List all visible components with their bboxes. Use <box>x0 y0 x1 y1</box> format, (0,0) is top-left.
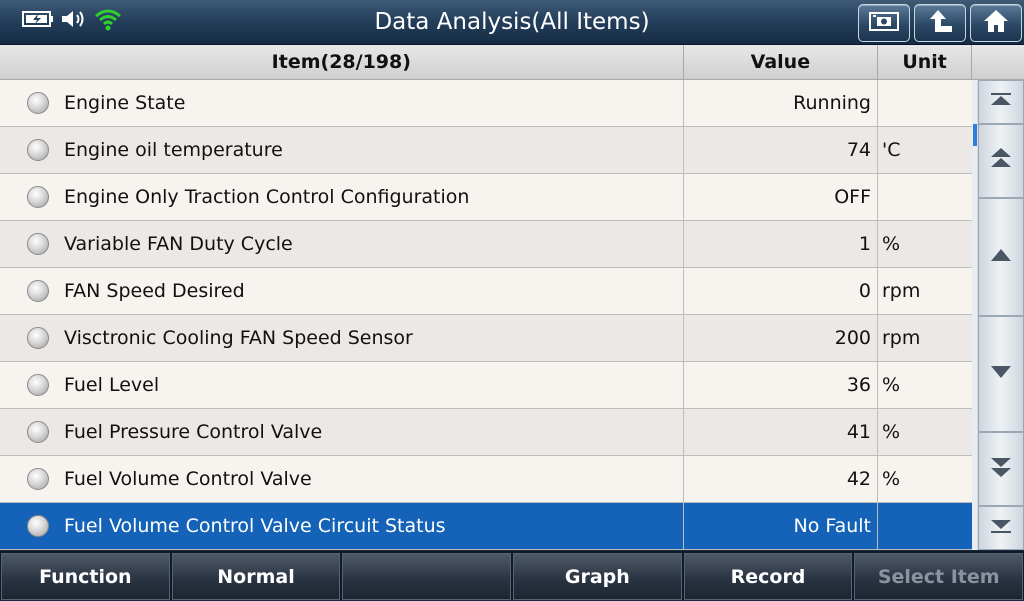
table-row[interactable]: Fuel Pressure Control Valve 41 % <box>0 409 972 456</box>
row-item-label: Fuel Volume Control Valve <box>64 468 312 490</box>
row-item-label: Fuel Level <box>64 374 160 396</box>
table-header: Item(28/198) Value Unit <box>0 45 972 80</box>
scroll-top-icon <box>989 91 1013 113</box>
row-item-label: Visctronic Cooling FAN Speed Sensor <box>64 327 413 349</box>
table-row[interactable]: Fuel Volume Control Valve Circuit Status… <box>0 503 972 550</box>
table-row[interactable]: Visctronic Cooling FAN Speed Sensor 200 … <box>0 315 972 362</box>
back-icon <box>926 8 954 38</box>
row-value: No Fault <box>684 503 878 549</box>
table-body: Engine State Running Engine oil temperat… <box>0 80 972 550</box>
chevron-up-icon <box>989 247 1013 267</box>
row-item-label: Fuel Pressure Control Valve <box>64 421 323 443</box>
scrollbar-track[interactable] <box>972 80 977 550</box>
radio-icon[interactable] <box>27 186 49 208</box>
radio-icon[interactable] <box>27 233 49 255</box>
radio-icon[interactable] <box>27 92 49 114</box>
table-row[interactable]: Engine oil temperature 74 'C <box>0 127 972 174</box>
radio-icon[interactable] <box>27 327 49 349</box>
radio-icon[interactable] <box>27 139 49 161</box>
row-value: 41 <box>684 409 878 455</box>
radio-icon[interactable] <box>27 280 49 302</box>
page-up-button[interactable] <box>978 124 1024 198</box>
row-value: 0 <box>684 268 878 314</box>
table-row[interactable]: FAN Speed Desired 0 rpm <box>0 268 972 315</box>
table-row[interactable]: Fuel Volume Control Valve 42 % <box>0 456 972 503</box>
row-item-label: Engine Only Traction Control Configurati… <box>64 186 470 208</box>
row-unit: % <box>882 233 901 255</box>
header-filler <box>972 45 1024 80</box>
scrollbar-thumb[interactable] <box>973 124 977 146</box>
row-item-label: Variable FAN Duty Cycle <box>64 233 293 255</box>
row-value: 1 <box>684 221 878 267</box>
normal-button[interactable]: Normal <box>171 553 341 600</box>
double-chevron-up-icon <box>989 146 1013 176</box>
row-value: 74 <box>684 127 878 173</box>
screenshot-button[interactable] <box>858 4 910 42</box>
row-value: 36 <box>684 362 878 408</box>
table-row[interactable]: Engine Only Traction Control Configurati… <box>0 174 972 221</box>
chevron-down-icon <box>989 364 1013 384</box>
row-value: Running <box>684 80 878 126</box>
title-bar: Data Analysis(All Items) <box>0 0 1024 45</box>
data-table: Item(28/198) Value Unit Engine State Run… <box>0 45 972 550</box>
column-header-unit[interactable]: Unit <box>878 45 972 79</box>
row-unit: rpm <box>882 327 921 349</box>
bottom-toolbar: Function Normal Graph Record Select Item <box>0 551 1024 600</box>
graph-button[interactable]: Graph <box>513 553 682 600</box>
row-unit: % <box>882 374 901 396</box>
home-button[interactable] <box>970 4 1022 42</box>
scroll-bottom-icon <box>989 517 1013 539</box>
scroll-to-top-button[interactable] <box>978 80 1024 124</box>
row-unit <box>878 174 971 220</box>
empty-button[interactable] <box>342 553 512 600</box>
row-item-label: Engine oil temperature <box>64 139 283 161</box>
scroll-controls <box>972 80 1024 550</box>
row-value: 42 <box>684 456 878 502</box>
column-header-value[interactable]: Value <box>684 45 879 79</box>
row-value: 200 <box>684 315 878 361</box>
row-unit: % <box>882 468 901 490</box>
scroll-down-button[interactable] <box>978 316 1024 432</box>
table-row[interactable]: Variable FAN Duty Cycle 1 % <box>0 221 972 268</box>
function-button[interactable]: Function <box>1 553 170 600</box>
radio-icon[interactable] <box>27 374 49 396</box>
page-down-button[interactable] <box>978 432 1024 506</box>
row-item-label: Fuel Volume Control Valve Circuit Status <box>64 515 446 537</box>
radio-icon[interactable] <box>27 515 49 537</box>
row-unit: rpm <box>882 280 921 302</box>
double-chevron-down-icon <box>989 454 1013 484</box>
scroll-up-button[interactable] <box>978 198 1024 316</box>
row-item-label: FAN Speed Desired <box>64 280 245 302</box>
radio-icon[interactable] <box>27 421 49 443</box>
back-button[interactable] <box>914 4 966 42</box>
row-value: OFF <box>684 174 878 220</box>
column-header-item[interactable]: Item(28/198) <box>0 45 684 79</box>
screenshot-icon <box>869 10 899 36</box>
row-unit <box>878 80 971 126</box>
select-item-button[interactable]: Select Item <box>854 553 1024 600</box>
row-item-label: Engine State <box>64 92 186 114</box>
radio-icon[interactable] <box>27 468 49 490</box>
row-unit: % <box>882 421 901 443</box>
row-unit <box>878 503 971 549</box>
row-unit: 'C <box>882 139 901 161</box>
table-row[interactable]: Engine State Running <box>0 80 972 127</box>
record-button[interactable]: Record <box>683 553 853 600</box>
home-icon <box>982 8 1010 38</box>
table-row[interactable]: Fuel Level 36 % <box>0 362 972 409</box>
scroll-to-bottom-button[interactable] <box>978 506 1024 550</box>
